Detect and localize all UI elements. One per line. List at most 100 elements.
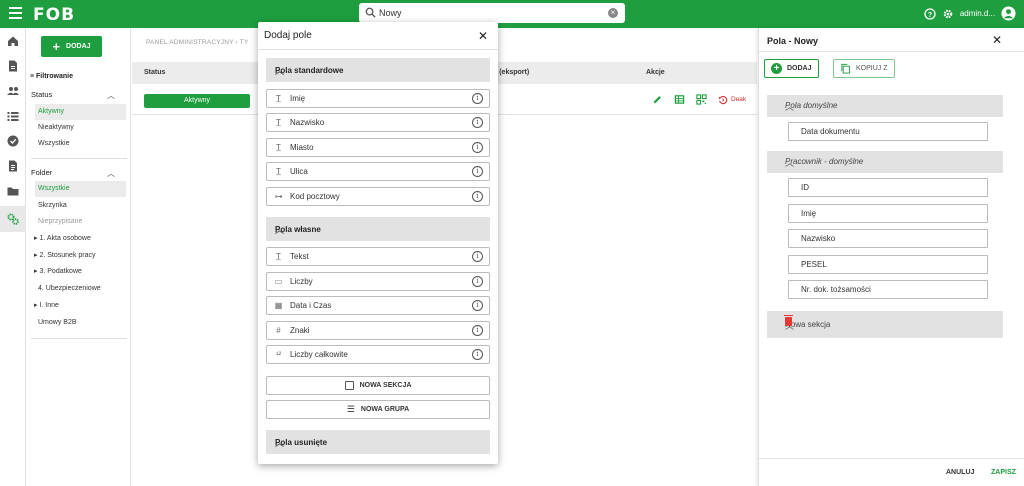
close-icon[interactable]: ✕ (478, 29, 488, 43)
info-icon[interactable]: i (472, 191, 483, 202)
field-first-name[interactable]: Imię (788, 204, 988, 223)
folder-item-employment[interactable]: ▸ 2. Stosunek pracy (31, 248, 122, 264)
table-icon[interactable] (674, 94, 685, 105)
field-type-chars[interactable]: # Znaki i (266, 321, 490, 340)
user-name[interactable]: admin.d... (960, 9, 995, 18)
folder-icon[interactable] (6, 184, 20, 198)
info-icon[interactable]: i (472, 251, 483, 262)
new-section-label: NOWA SEKCJA (359, 382, 412, 389)
field-type-datetime[interactable]: ▦ Data i Czas i (266, 296, 490, 315)
status-item-active[interactable]: Aktywny (35, 104, 126, 120)
field-label: Data i Czas (290, 301, 332, 310)
group-removed-fields[interactable]: Pola usunięte ︿ (266, 430, 490, 454)
close-icon[interactable]: ✕ (992, 33, 1002, 47)
add-button[interactable]: + DODAJ (41, 36, 102, 57)
info-icon[interactable]: i (472, 142, 483, 153)
field-last-name[interactable]: Nazwisko (788, 229, 988, 248)
group-standard-fields[interactable]: Pola standardowe ︿ (266, 58, 490, 82)
plus-icon: + (52, 38, 61, 54)
field-postal-code[interactable]: ⊶ Kod pocztowy i (266, 187, 490, 206)
people-icon[interactable] (6, 84, 20, 98)
folder-item-insurance[interactable]: 4. Ubezpieczeniowe (35, 281, 126, 297)
help-icon[interactable]: ? (924, 7, 936, 20)
section-default-fields[interactable]: Pola domyślne ︿ (767, 95, 1003, 117)
info-icon[interactable]: i (472, 300, 483, 311)
folder-item-other[interactable]: ▸ I. Inne (31, 298, 122, 314)
status-item-inactive[interactable]: Nieaktywny (35, 120, 126, 136)
info-icon[interactable]: i (472, 117, 483, 128)
search-box[interactable]: × (359, 3, 625, 23)
field-label: Miasto (290, 143, 314, 152)
clear-search-icon[interactable]: × (608, 8, 618, 18)
folder-item-label: I. Inne (39, 302, 59, 309)
menu-icon[interactable] (9, 7, 22, 20)
new-section-button[interactable]: NOWA SEKCJA (266, 376, 490, 395)
deactivate-button[interactable]: Deak (718, 95, 746, 105)
divider (31, 338, 127, 339)
add-field-dialog: Dodaj pole ✕ Pola standardowe ︿ T̲ Imię i T… (258, 22, 498, 464)
account-avatar-icon[interactable] (1001, 6, 1016, 21)
field-label: Liczby całkowite (290, 350, 348, 359)
status-item-all[interactable]: Wszystkie (35, 136, 126, 152)
filtering-title-text: Filtrowanie (36, 73, 73, 80)
admin-settings-nav[interactable] (0, 206, 26, 232)
cancel-button[interactable]: ANULUJ (946, 469, 974, 476)
field-label: Imię (290, 94, 306, 103)
folder-section-header[interactable]: Folder ︿ (31, 168, 125, 178)
divider (759, 458, 1024, 459)
app-logo[interactable]: FOB (33, 5, 75, 25)
folder-item-inbox[interactable]: Skrzynka (35, 198, 126, 214)
add-button-label: DODAJ (66, 43, 91, 50)
status-section-header[interactable]: Status ︿ (31, 90, 125, 100)
text-field-icon: T̲ (276, 143, 281, 152)
save-button[interactable]: ZAPISZ (991, 469, 1016, 476)
field-type-numbers[interactable]: ▭ Liczby i (266, 272, 490, 291)
info-icon[interactable]: i (472, 166, 483, 177)
section-employee-defaults[interactable]: Pracownik - domyślne ︿ (767, 151, 1003, 173)
field-id[interactable]: ID (788, 178, 988, 197)
folder-item-personal-files[interactable]: ▸ 1. Akta osobowe (31, 231, 122, 247)
add-field-button[interactable]: + DODAJ (764, 59, 819, 78)
search-input[interactable] (379, 6, 599, 20)
copy-from-button[interactable]: KOPIUJ Z (833, 59, 895, 78)
field-type-text[interactable]: T̲ Tekst i (266, 247, 490, 266)
folder-section-title: Folder (31, 168, 53, 177)
section-new[interactable]: Nowa sekcja ︿ (767, 311, 1003, 338)
new-group-button[interactable]: ☰ NOWA GRUPA (266, 400, 490, 419)
info-icon[interactable]: i (472, 325, 483, 336)
field-pesel[interactable]: PESEL (788, 255, 988, 274)
folder-item-all[interactable]: Wszystkie (35, 181, 126, 197)
column-status[interactable]: Status (144, 69, 165, 76)
field-last-name[interactable]: T̲ Nazwisko i (266, 113, 490, 132)
column-export[interactable]: d (eksport) (493, 69, 529, 76)
info-icon[interactable]: i (472, 276, 483, 287)
settings-gear-icon[interactable] (942, 8, 954, 20)
check-circle-icon[interactable] (6, 134, 20, 148)
info-icon[interactable]: i (472, 93, 483, 104)
field-document-date[interactable]: Data dokumentu (788, 122, 988, 141)
document-icon[interactable] (6, 59, 20, 73)
field-id-document-number[interactable]: Nr. dok. tożsamości (788, 280, 988, 299)
field-first-name[interactable]: T̲ Imię i (266, 89, 490, 108)
field-street[interactable]: T̲ Ulica i (266, 162, 490, 181)
group-custom-fields[interactable]: Pola własne ︿ (266, 217, 490, 241)
folder-item-tax[interactable]: ▸ 3. Podatkowe (31, 264, 122, 280)
edit-pencil-icon[interactable] (652, 94, 663, 105)
list-icon[interactable] (6, 109, 20, 123)
field-label: Kod pocztowy (290, 192, 340, 201)
breadcrumb[interactable]: PANEL ADMINISTRACYJNY › TY (146, 39, 248, 46)
report-icon[interactable] (6, 159, 20, 173)
add-field-label: DODAJ (787, 65, 812, 72)
field-type-integers[interactable]: ¹² Liczby całkowite i (266, 345, 490, 364)
divider (31, 158, 127, 159)
info-icon[interactable]: i (472, 349, 483, 360)
home-icon[interactable] (6, 34, 20, 48)
field-label: Ulica (290, 167, 308, 176)
folder-item-label: 2. Stosunek pracy (39, 252, 96, 259)
qr-code-icon[interactable] (696, 94, 707, 105)
nav-rail (0, 28, 26, 486)
folder-item-b2b[interactable]: Umowy B2B (35, 315, 126, 331)
folder-item-unassigned[interactable]: Nieprzypisane (35, 214, 126, 230)
field-city[interactable]: T̲ Miasto i (266, 138, 490, 157)
text-field-icon: T̲ (276, 252, 281, 261)
